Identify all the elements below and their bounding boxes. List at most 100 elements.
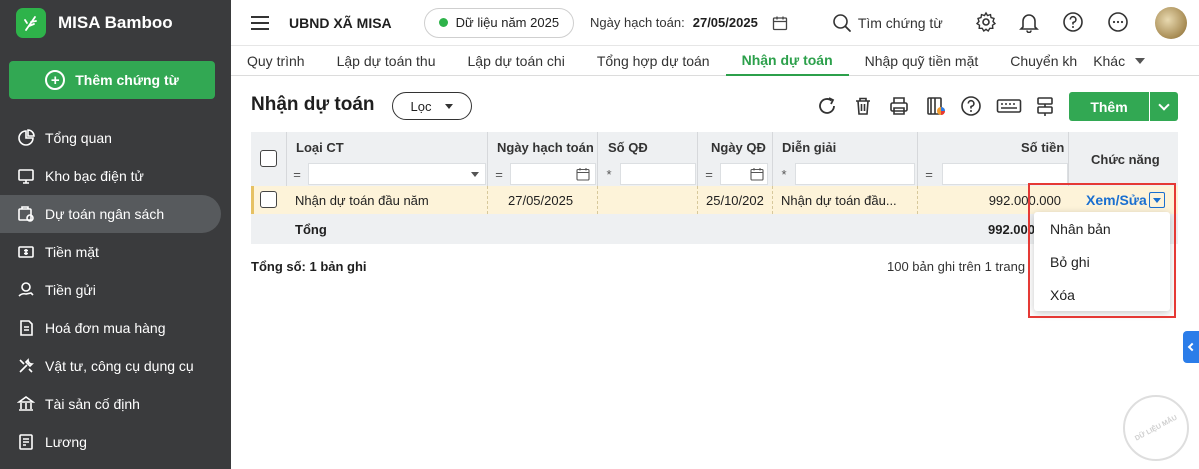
building-icon bbox=[16, 394, 36, 414]
col-voucher-type[interactable]: Loại CT bbox=[296, 132, 344, 162]
filter-operator[interactable]: * bbox=[598, 167, 620, 182]
avatar[interactable] bbox=[1155, 7, 1187, 39]
brand-name: MISA Bamboo bbox=[58, 13, 173, 32]
row-checkbox[interactable] bbox=[260, 191, 277, 208]
monitor-icon bbox=[16, 166, 36, 186]
calendar-icon[interactable] bbox=[772, 15, 788, 31]
filter-decision-no-input[interactable] bbox=[620, 163, 696, 185]
side-panel-toggle[interactable] bbox=[1183, 331, 1199, 363]
col-amount[interactable]: Số tiền bbox=[1021, 132, 1064, 162]
sample-data-watermark: DỮ LIỆU MẪU bbox=[1123, 395, 1189, 461]
tab-cash-receipt[interactable]: Nhập quỹ tiền mặt bbox=[849, 46, 995, 76]
tab-estimate-summary[interactable]: Tổng hợp dự toán bbox=[581, 46, 726, 76]
filter-operator[interactable]: = bbox=[488, 167, 510, 182]
row-action-toggle-cell bbox=[1149, 192, 1165, 208]
sidebar-item-e-treasury[interactable]: Kho bạc điện tử bbox=[0, 157, 231, 195]
chevron-down-icon bbox=[1158, 98, 1170, 111]
filter-decision-date: = bbox=[698, 162, 768, 186]
sidebar-item-supplies-tools[interactable]: Vật tư, công cụ dụng cụ bbox=[0, 347, 231, 385]
sidebar-item-overview[interactable]: Tổng quan bbox=[0, 119, 231, 157]
more-options-icon[interactable] bbox=[1107, 11, 1129, 33]
add-voucher-button[interactable]: + Thêm chứng từ bbox=[9, 61, 215, 99]
brand[interactable]: MISA Bamboo bbox=[0, 0, 231, 46]
view-edit-link[interactable]: Xem/Sửa bbox=[1086, 186, 1147, 214]
data-year-selector[interactable]: Dữ liệu năm 2025 bbox=[423, 7, 575, 38]
record-count: Tổng số: 1 bản ghi bbox=[251, 259, 367, 274]
filter-operator[interactable]: = bbox=[698, 167, 720, 182]
print-icon[interactable] bbox=[888, 95, 910, 117]
filter-label: Lọc bbox=[410, 98, 432, 114]
watermark-text: DỮ LIỆU MẪU bbox=[1133, 413, 1179, 443]
row-checkbox-cell bbox=[260, 191, 277, 208]
add-button[interactable]: Thêm bbox=[1069, 92, 1149, 121]
filter-decision-no: * bbox=[598, 162, 696, 186]
tab-workflow[interactable]: Quy trình bbox=[231, 46, 321, 76]
sidebar-item-budget[interactable]: Dự toán ngân sách bbox=[0, 195, 221, 233]
data-year-label: Dữ liệu năm 2025 bbox=[455, 15, 560, 30]
col-decision-date[interactable]: Ngày QĐ bbox=[711, 132, 766, 162]
tools-icon bbox=[16, 356, 36, 376]
paging-info: 100 bản ghi trên 1 trang bbox=[887, 259, 1026, 274]
menu-item-unpost[interactable]: Bỏ ghi bbox=[1034, 245, 1170, 278]
col-decision-no[interactable]: Số QĐ bbox=[608, 132, 648, 162]
sidebar-item-label: Vật tư, công cụ dụng cụ bbox=[45, 358, 194, 374]
calendar-icon[interactable] bbox=[576, 167, 590, 181]
gear-icon[interactable] bbox=[975, 11, 997, 33]
delete-icon[interactable] bbox=[852, 95, 874, 117]
filter-amount: = bbox=[918, 162, 1068, 186]
tab-receive-estimate[interactable]: Nhận dự toán bbox=[725, 46, 849, 76]
sidebar-item-label: Tài sản cố định bbox=[45, 396, 140, 412]
select-all-cell bbox=[260, 150, 277, 167]
deposit-icon bbox=[16, 280, 36, 300]
plus-icon: + bbox=[45, 70, 66, 90]
search-voucher[interactable]: Tìm chứng từ bbox=[832, 13, 943, 33]
filter-operator[interactable]: = bbox=[918, 167, 940, 182]
sidebar-item-label: Hoá đơn mua hàng bbox=[45, 320, 166, 336]
sidebar-item-label: Tiền mặt bbox=[45, 244, 99, 260]
row-actions-menu: Nhân bản Bỏ ghi Xóa bbox=[1034, 212, 1170, 311]
filter-operator[interactable]: = bbox=[286, 167, 308, 182]
filter-amount-input[interactable] bbox=[942, 163, 1068, 185]
tab-revenue-estimate[interactable]: Lập dự toán thu bbox=[321, 46, 452, 76]
help-icon[interactable] bbox=[1062, 11, 1084, 33]
col-actions: Chức năng bbox=[1091, 151, 1160, 167]
module-tabs: Quy trình Lập dự toán thu Lập dự toán ch… bbox=[231, 46, 1199, 76]
filter-voucher-type-input[interactable] bbox=[308, 163, 486, 185]
keyboard-icon[interactable] bbox=[996, 95, 1022, 117]
bell-icon[interactable] bbox=[1018, 11, 1040, 33]
menu-item-delete[interactable]: Xóa bbox=[1034, 278, 1170, 311]
sidebar-item-fixed-assets[interactable]: Tài sản cố định bbox=[0, 385, 231, 423]
calendar-icon[interactable] bbox=[750, 167, 764, 181]
row-posting-date: 27/05/2025 bbox=[508, 192, 574, 208]
tab-transfer[interactable]: Chuyển kh bbox=[994, 46, 1081, 76]
posting-date-value[interactable]: 27/05/2025 bbox=[693, 15, 758, 30]
menu-item-duplicate[interactable]: Nhân bản bbox=[1034, 212, 1170, 245]
total-label: Tổng bbox=[295, 221, 327, 237]
report-template-icon[interactable] bbox=[925, 95, 947, 117]
col-posting-date[interactable]: Ngày hạch toán bbox=[497, 132, 594, 162]
add-options-button[interactable] bbox=[1150, 92, 1178, 121]
filter-description-input[interactable] bbox=[795, 163, 915, 185]
sidebar-item-salary[interactable]: Lương bbox=[0, 423, 231, 461]
filter-operator[interactable]: * bbox=[773, 167, 795, 182]
filter-button[interactable]: Lọc bbox=[392, 92, 472, 120]
refresh-icon[interactable] bbox=[816, 95, 838, 117]
sidebar-item-cash[interactable]: Tiền mặt bbox=[0, 233, 231, 271]
sidebar-item-deposit[interactable]: Tiền gửi bbox=[0, 271, 231, 309]
tab-more[interactable]: Khác bbox=[1081, 46, 1161, 76]
menu-toggle-icon[interactable] bbox=[251, 15, 269, 30]
posting-date-label: Ngày hạch toán: bbox=[590, 15, 685, 30]
chevron-down-icon bbox=[1135, 58, 1146, 64]
sidebar: MISA Bamboo + Thêm chứng từ Tổng quan Kh… bbox=[0, 0, 231, 469]
row-actions-dropdown-button[interactable] bbox=[1149, 192, 1165, 208]
search-label: Tìm chứng từ bbox=[857, 14, 943, 31]
column-settings-icon[interactable] bbox=[1034, 95, 1056, 117]
tab-expense-estimate[interactable]: Lập dự toán chi bbox=[452, 46, 581, 76]
col-description[interactable]: Diễn giải bbox=[782, 132, 836, 162]
sidebar-item-purchase-invoice[interactable]: Hoá đơn mua hàng bbox=[0, 309, 231, 347]
tab-more-label: Khác bbox=[1093, 53, 1126, 69]
help-icon[interactable] bbox=[960, 95, 982, 117]
sidebar-item-label: Tổng quan bbox=[45, 130, 112, 146]
search-icon bbox=[833, 13, 851, 32]
select-all-checkbox[interactable] bbox=[260, 150, 277, 167]
